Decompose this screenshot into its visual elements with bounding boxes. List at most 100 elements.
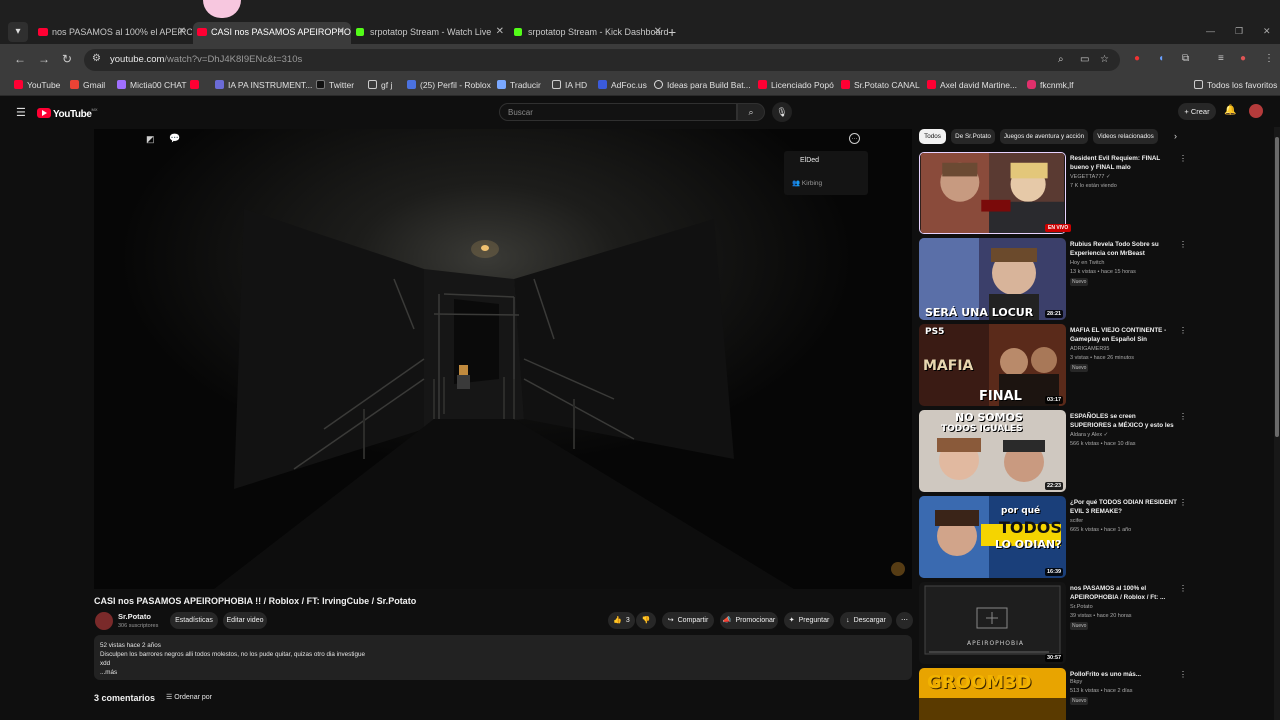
back-icon[interactable]: ← <box>14 52 26 66</box>
page-scrollbar[interactable] <box>1274 127 1280 720</box>
bookmark-item[interactable] <box>190 80 203 90</box>
channel-name[interactable]: Hoy en Twitch <box>1070 260 1104 266</box>
browser-tab[interactable]: srpotatop Stream - Watch Live ✕ <box>352 22 510 44</box>
like-button[interactable]: 👍 3 <box>608 612 635 629</box>
address-bar[interactable]: ⚙ youtube.com/watch?v=DhJ4K8I9ENc&t=310s… <box>84 49 1120 71</box>
close-tab-icon[interactable]: ✕ <box>654 22 662 42</box>
restore-icon[interactable]: ❐ <box>1235 26 1243 37</box>
video-thumbnail[interactable] <box>919 496 1066 578</box>
account-avatar[interactable] <box>1249 104 1263 118</box>
window-close-icon[interactable]: ✕ <box>1263 26 1271 37</box>
bookmark-folder[interactable]: IA HD <box>552 80 587 90</box>
extension-icon[interactable]: ● <box>1134 53 1140 64</box>
more-vert-icon[interactable]: ⋮ <box>1179 154 1187 163</box>
bookmark-item[interactable]: Traducir <box>497 80 541 90</box>
share-button[interactable]: ↪ Compartir <box>662 612 714 629</box>
tab-search-button[interactable]: ▾ <box>8 22 28 42</box>
channel-name[interactable]: scifer <box>1070 518 1083 524</box>
more-vert-icon[interactable]: ⋮ <box>1179 240 1187 249</box>
media-controls-icon[interactable]: ≡ <box>1218 53 1224 64</box>
bookmark-item[interactable]: Licenciado Popó <box>758 80 834 90</box>
more-vert-icon[interactable]: ⋮ <box>1179 670 1184 679</box>
video-title[interactable]: Rubius Revela Todo Sobre su Experiencia … <box>1070 240 1178 258</box>
recommended-video[interactable]: NO SOMOS TODOS IGUALES 22:23 ESPAÑOLES s… <box>919 410 1187 494</box>
recommended-video[interactable]: APEIROPHOBIA 30:57 nos PASAMOS al 100% e… <box>919 582 1187 666</box>
forward-icon[interactable]: → <box>38 52 50 66</box>
minimize-icon[interactable]: — <box>1206 26 1215 36</box>
video-title[interactable]: PolloFrito es uno más... <box>1070 670 1178 679</box>
channel-avatar[interactable] <box>95 612 113 630</box>
show-more-link[interactable]: ...más <box>100 668 906 677</box>
recommended-video[interactable]: PS5 MAFIA FINAL 03:17 MAFIA EL VIEJO CON… <box>919 324 1187 408</box>
bookmark-item[interactable]: Sr.Potato CANAL <box>841 80 920 90</box>
more-vert-icon[interactable]: ⋮ <box>1179 412 1187 421</box>
reload-icon[interactable]: ↻ <box>62 52 72 66</box>
sort-comments-button[interactable]: ☰ Ordenar por <box>166 693 212 701</box>
ask-button[interactable]: ✦ Preguntar <box>784 612 834 629</box>
bookmark-item[interactable]: Twitter <box>316 80 354 90</box>
scrollbar-thumb[interactable] <box>1275 137 1279 437</box>
recommended-video[interactable]: SERÁ UNA LOCUR 28:21 Rubius Revela Todo … <box>919 238 1187 322</box>
notifications-bell-icon[interactable]: 🔔 <box>1224 105 1236 116</box>
dislike-button[interactable]: 👎 <box>636 612 656 629</box>
video-title[interactable]: Resident Evil Requiem: FINAL bueno y FIN… <box>1070 154 1178 172</box>
guide-menu-icon[interactable]: ☰ <box>16 106 26 119</box>
more-vert-icon[interactable]: ⋮ <box>1179 584 1187 593</box>
recommended-video[interactable]: EN VIVO Resident Evil Requiem: FINAL bue… <box>919 152 1187 236</box>
promote-button[interactable]: 📣 Promocionar <box>720 612 778 629</box>
channel-name[interactable]: Sr.Potato <box>1070 604 1093 610</box>
youtube-logo[interactable]: YouTubeMX <box>37 106 98 120</box>
bookmark-folder[interactable]: gf j <box>368 80 392 90</box>
close-tab-icon[interactable]: ✕ <box>496 22 504 42</box>
search-input[interactable] <box>508 106 728 119</box>
channel-name[interactable]: Aldara y Alex ✓ <box>1070 432 1108 438</box>
more-vert-icon[interactable]: ⋮ <box>1179 498 1187 507</box>
edit-video-button[interactable]: Editar video <box>223 612 267 629</box>
video-thumbnail[interactable] <box>919 152 1066 234</box>
channel-name[interactable]: ADRIGAMER95 <box>1070 346 1109 352</box>
more-actions-button[interactable]: ⋯ <box>896 612 913 629</box>
bookmark-star-icon[interactable]: ☆ <box>1100 54 1109 65</box>
video-player[interactable]: ◩ 💬 … ElDed 👥 Kirbing <box>94 129 912 589</box>
browser-tab-active[interactable]: CASI nos PASAMOS APEIROPHOBIA ✕ <box>193 22 351 44</box>
bookmark-item[interactable]: Gmail <box>70 80 105 90</box>
chip-all[interactable]: Todos <box>919 129 946 144</box>
bookmark-item[interactable]: Mictia00 CHAT <box>117 80 187 90</box>
zoom-icon[interactable]: ⌕ <box>1058 54 1064 65</box>
channel-name[interactable]: Bkpy <box>1070 679 1082 685</box>
description-box[interactable]: 52 vistas hace 2 años Disculpen los barr… <box>94 635 912 680</box>
chrome-menu-icon[interactable]: ⋮ <box>1264 53 1274 64</box>
create-button[interactable]: + Crear <box>1178 103 1216 120</box>
channel-name[interactable]: Sr.Potato <box>118 612 151 621</box>
recommended-video[interactable]: GROOM3D PolloFrito es uno más... Bkpy 51… <box>919 668 1184 720</box>
search-icon[interactable]: ⌕ <box>737 103 765 121</box>
video-title[interactable]: nos PASAMOS al 100% el APEIROPHOBIA / Ro… <box>1070 584 1178 602</box>
extensions-puzzle-icon[interactable]: ⧉ <box>1182 53 1189 64</box>
video-title[interactable]: ESPAÑOLES se creen SUPERIORES a MÉXICO y… <box>1070 412 1178 430</box>
bookmark-item[interactable]: fkcnmk,lf <box>1027 80 1074 90</box>
url-text[interactable]: youtube.com/watch?v=DhJ4K8I9ENc&t=310s <box>110 54 302 65</box>
browser-tab[interactable]: srpotatop Stream - Kick Dashboard ✕ <box>510 22 668 44</box>
chevron-right-icon[interactable]: › <box>1174 131 1177 141</box>
close-tab-icon[interactable]: ✕ <box>337 22 345 42</box>
browser-tab[interactable]: nos PASAMOS al 100% el APEIROPHOBIA ✕ <box>34 22 192 44</box>
recommended-video[interactable]: por qué TODOS LO ODIAN? 16:39 ¿Por qué T… <box>919 496 1187 580</box>
more-vert-icon[interactable]: ⋮ <box>1179 326 1187 335</box>
stats-button[interactable]: Estadísticas <box>170 612 218 629</box>
profile-avatar-icon[interactable]: ● <box>1240 53 1246 64</box>
bookmark-item[interactable]: IA PA INSTRUMENT... <box>215 80 312 90</box>
bookmark-item[interactable]: YouTube <box>14 80 60 90</box>
chip-related[interactable]: Videos relacionados <box>1093 129 1158 144</box>
cast-icon[interactable]: ▭ <box>1080 54 1089 65</box>
download-button[interactable]: ↓ Descargar <box>840 612 892 629</box>
video-title[interactable]: MAFIA EL VIEJO CONTINENTE - Gameplay en … <box>1070 326 1178 344</box>
more-options-icon[interactable]: … <box>849 133 860 144</box>
video-thumbnail[interactable] <box>919 582 1066 664</box>
all-bookmarks-folder[interactable]: Todos los favoritos <box>1194 80 1277 90</box>
video-title[interactable]: ¿Por qué TODOS ODIAN RESIDENT EVIL 3 REM… <box>1070 498 1178 516</box>
microphone-icon[interactable]: 🎙 <box>772 102 792 122</box>
bookmark-item[interactable]: Ideas para Build Bat... <box>654 80 751 90</box>
bookmark-item[interactable]: AdFoc.us <box>598 80 647 90</box>
chip-from-channel[interactable]: De Sr.Potato <box>951 129 995 144</box>
close-tab-icon[interactable]: ✕ <box>178 22 186 42</box>
